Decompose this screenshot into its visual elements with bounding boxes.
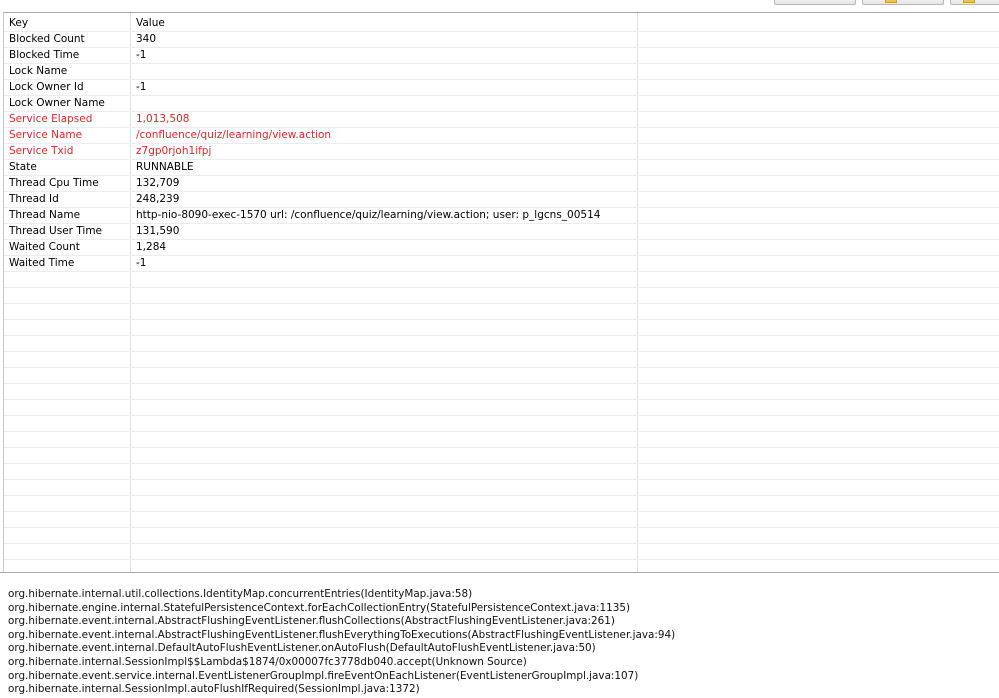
row-value: 1,284 [136,241,167,253]
stack-trace-line: org.hibernate.event.internal.DefaultAuto… [8,642,596,655]
toolbar-button-3[interactable] [950,0,999,5]
row-key: Lock Name [9,65,68,77]
stack-trace-line: org.hibernate.event.internal.AbstractFlu… [8,615,615,628]
row-key: Thread User Time [9,225,103,237]
empty-row [4,384,999,400]
stack-trace-line: org.hibernate.engine.internal.StatefulPe… [8,601,631,614]
stack-trace-line: org.hibernate.internal.SessionImpl.autoF… [8,683,420,696]
row-value: -1 [136,257,147,269]
empty-row [4,480,999,496]
empty-row [4,288,999,304]
row-key: Waited Time [9,257,75,269]
row-value: 340 [136,33,157,45]
row-key: Thread Name [9,209,81,221]
empty-row [4,320,999,336]
stack-trace-panel: org.hibernate.internal.util.collections.… [0,580,999,698]
table-row[interactable]: Thread Name http-nio-8090-exec-1570 url: … [4,208,999,224]
empty-row [4,528,999,544]
empty-row [4,464,999,480]
row-key: Blocked Count [9,33,85,45]
stack-trace-line: org.hibernate.event.internal.AbstractFlu… [8,628,676,641]
row-value: -1 [136,49,147,61]
stack-trace-line: org.hibernate.event.service.internal.Eve… [8,669,639,682]
table-row[interactable]: Service Name/confluence/quiz/learning/vi… [4,128,999,144]
empty-row [4,368,999,384]
table-row[interactable]: Blocked Time -1 [4,48,999,64]
folder-icon [963,0,975,3]
empty-row [4,304,999,320]
row-key: Lock Owner Name [9,97,105,109]
row-value: -1 [136,81,147,93]
empty-row [4,272,999,288]
row-value [136,64,636,79]
stack-trace-line: org.hibernate.internal.SessionImpl$$Lamb… [8,656,527,668]
empty-row [4,352,999,368]
table-row[interactable]: Thread Id 248,239 [4,192,999,208]
stack-trace-line: org.hibernate.internal.util.collections.… [8,588,473,600]
empty-row [4,448,999,464]
empty-row [4,400,999,416]
row-key: Blocked Time [9,49,80,61]
row-key: Lock Owner Id [9,81,84,93]
table-row[interactable]: Service Txid z7gp0rjoh1ifpj [4,144,999,160]
empty-row [4,496,999,512]
row-key: Service Name [9,129,83,141]
row-value: 1,013,508 [136,113,190,125]
table-row[interactable]: Lock Owner Name [4,96,999,112]
row-value [136,96,636,111]
row-key: Service Elapsed [9,113,93,125]
row-value: 132,709 [136,177,180,189]
thread-properties-table: Key Value Blocked Count 340 Blocked Time -1… [3,12,999,572]
table-header: Key Value [4,16,999,32]
row-key: Thread Id [9,193,59,205]
row-value: /confluence/quiz/learning/view.action [136,129,332,141]
table-row[interactable]: Thread Cpu Time 132,709 [4,176,999,192]
table-row[interactable]: Thread User Time 131,590 [4,224,999,240]
empty-row [4,512,999,528]
table-row[interactable]: State RUNNABLE [4,160,999,176]
row-key: State [9,161,37,173]
row-key: Waited Count [9,241,80,253]
row-value: 248,239 [136,193,180,205]
table-row[interactable]: Blocked Count 340 [4,32,999,48]
row-value: z7gp0rjoh1ifpj [136,145,212,157]
empty-row [4,544,999,560]
row-value: 131,590 [136,225,180,237]
column-header-key[interactable]: Key [9,16,129,31]
empty-row [4,336,999,352]
table-row[interactable]: Waited Time -1 [4,256,999,272]
splitter[interactable] [0,572,999,580]
row-value: http-nio-8090-exec-1570 url: /confluence… [136,209,601,221]
toolbar-button-2[interactable] [862,0,944,5]
table-row[interactable]: Waited Count 1,284 [4,240,999,256]
toolbar-button-1[interactable] [774,0,856,5]
folder-icon [885,0,897,3]
table-row[interactable]: Lock Name [4,64,999,80]
row-key: Thread Cpu Time [9,177,99,189]
table-row[interactable]: Service Elapsed 1,013,508 [4,112,999,128]
row-key: Service Txid [9,145,74,157]
table-row[interactable]: Lock Owner Id -1 [4,80,999,96]
toolbar [0,0,999,12]
row-value: RUNNABLE [136,161,194,173]
empty-row [4,432,999,448]
empty-row [4,416,999,432]
column-header-value[interactable]: Value [136,16,636,31]
